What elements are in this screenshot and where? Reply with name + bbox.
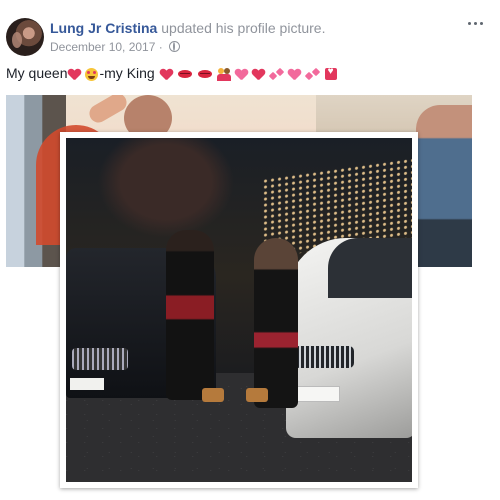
emoji-sequence — [159, 66, 337, 81]
more-options-icon — [467, 21, 471, 25]
red-heart-icon — [68, 69, 81, 80]
post-header-line: Lung Jr Cristina updated his profile pic… — [50, 20, 325, 36]
more-options-button[interactable] — [464, 16, 486, 30]
post-caption: My queen -my King — [6, 65, 337, 81]
profile-picture-frame[interactable] — [60, 132, 418, 488]
globe-icon[interactable] — [169, 41, 181, 52]
two-hearts-icon — [304, 67, 320, 81]
two-hearts-icon — [268, 67, 284, 81]
heart-eyes-face-icon — [85, 67, 99, 81]
profile-picture-image — [66, 138, 412, 482]
kissing-lips-icon — [177, 70, 192, 79]
post-header: Lung Jr Cristina updated his profile pic… — [6, 14, 494, 58]
heart-box-icon — [324, 66, 337, 81]
avatar[interactable] — [6, 18, 44, 56]
sparkling-heart-icon — [235, 69, 248, 80]
caption-text-king: -my King — [99, 65, 155, 81]
red-heart-icon — [288, 69, 301, 80]
caption-text-queen: My queen — [6, 65, 68, 81]
author-name-link[interactable]: Lung Jr Cristina — [50, 20, 157, 36]
kissing-lips-icon — [197, 70, 212, 79]
post-meta: December 10, 2017 · — [50, 40, 181, 54]
post-date-link[interactable]: December 10, 2017 — [50, 40, 155, 54]
couple-kiss-icon — [216, 67, 231, 81]
post-action-text: updated his profile picture. — [161, 20, 326, 36]
red-heart-icon — [252, 69, 265, 80]
red-heart-icon — [160, 69, 173, 80]
meta-separator: · — [158, 40, 163, 54]
